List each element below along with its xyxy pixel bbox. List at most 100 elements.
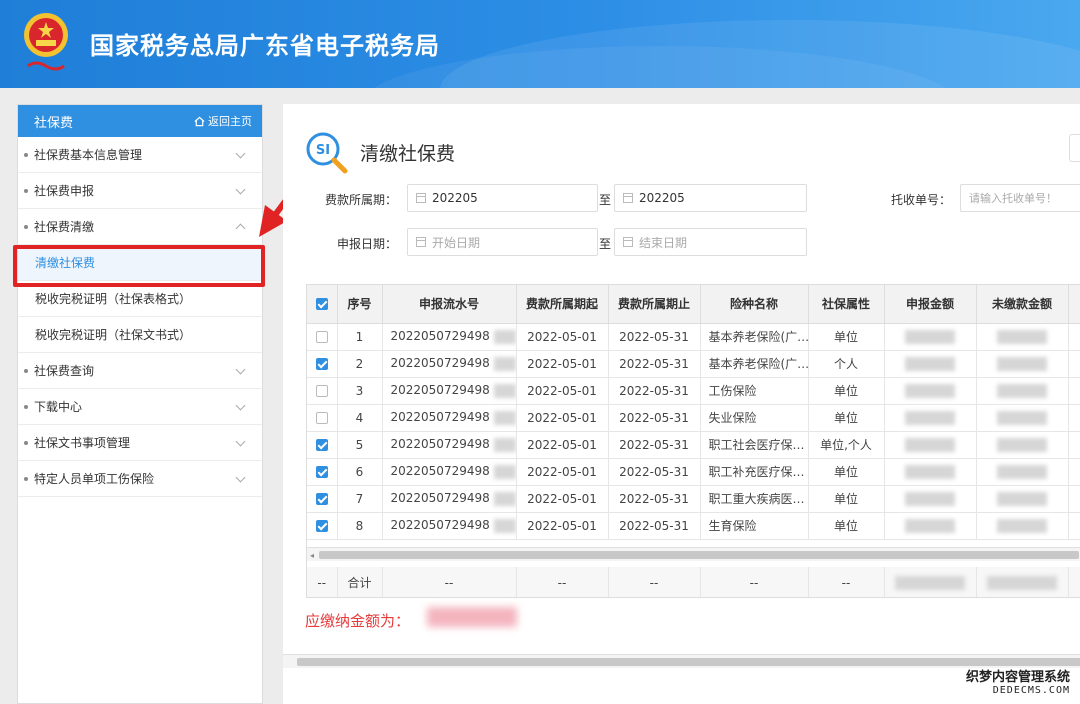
column-header: 费款所属期起 (516, 285, 609, 324)
bullet-icon (24, 368, 28, 373)
home-icon (194, 116, 205, 126)
row-period-start: 2022-05-01 (516, 323, 609, 351)
row-select-cell (307, 323, 338, 351)
home-link[interactable]: 返回主页 (194, 113, 252, 129)
page-horizontal-scrollbar[interactable] (283, 654, 1080, 668)
row-declared-amount (884, 458, 977, 486)
column-header: 申报流水号 (382, 285, 517, 324)
row-serial-number: 2022050729498 (382, 512, 517, 540)
tax-emblem-icon (24, 13, 68, 71)
scrollbar-thumb[interactable] (297, 658, 1080, 666)
sum-cell: -- (382, 567, 517, 597)
table-row[interactable]: 8 2022050729498 2022-05-01 2022-05-31 生育保险单… (307, 512, 1080, 540)
scroll-left-arrow-icon[interactable]: ◂ (310, 551, 314, 560)
bullet-icon (24, 188, 28, 193)
site-header: 国家税务总局广东省电子税务局 (0, 0, 1080, 88)
sidebar-subitem-label: 税收完税证明（社保表格式） (35, 292, 192, 306)
row-declared-amount (884, 404, 977, 432)
row-checkbox[interactable] (315, 439, 328, 451)
column-header: 未缴款金额 (976, 285, 1069, 324)
sidebar-item-download[interactable]: 下载中心 (18, 389, 262, 425)
row-serial-number: 2022050729498 (382, 377, 517, 405)
table-row[interactable]: 1 2022050729498 2022-05-01 2022-05-31 基本养老保… (307, 323, 1080, 351)
row-period-start: 2022-05-01 (516, 431, 609, 459)
toolbar-button[interactable] (1069, 134, 1080, 162)
table-row[interactable]: 6 2022050729498 2022-05-01 2022-05-31 职工补充医… (307, 458, 1080, 486)
sidebar-item-label: 社保文书事项管理 (34, 436, 131, 450)
row-period-start: 2022-05-01 (516, 485, 609, 513)
row-insurance-type: 基本养老保险(广… (700, 350, 809, 378)
sum-cell: -- (608, 567, 701, 597)
table-row[interactable]: 5 2022050729498 2022-05-01 2022-05-31 职工社会医… (307, 431, 1080, 459)
row-extra-cell (1068, 431, 1080, 459)
chevron-down-icon (235, 472, 246, 483)
sum-declared-amount (884, 567, 977, 597)
row-declared-amount (884, 350, 977, 378)
row-serial-number: 2022050729498 (382, 458, 517, 486)
declare-date-label: 申报日期： (337, 237, 398, 251)
sidebar-item-work-injury[interactable]: 特定人员单项工伤保险 (18, 461, 262, 497)
row-insurance-attribute: 单位,个人 (808, 431, 885, 459)
sidebar-item-label: 社保费查询 (34, 364, 95, 378)
range-separator: 至 (599, 193, 612, 207)
row-insurance-type: 基本养老保险(广… (700, 323, 809, 351)
row-number: 8 (337, 512, 383, 540)
row-number: 1 (337, 323, 383, 351)
row-select-cell (307, 404, 338, 432)
column-header: 序号 (337, 285, 383, 324)
social-insurance-search-icon: SI (306, 132, 348, 174)
period-from-input[interactable]: 202205 (407, 184, 598, 212)
row-checkbox[interactable] (315, 466, 328, 478)
sidebar-item-info[interactable]: 社保费基本信息管理 (18, 137, 262, 173)
row-checkbox[interactable] (315, 358, 328, 370)
page-title: 清缴社保费 (360, 143, 456, 165)
row-checkbox[interactable] (315, 331, 328, 343)
row-serial-number: 2022050729498 (382, 404, 517, 432)
sidebar-subitem-tax-cert-doc[interactable]: 税收完税证明（社保文书式） (18, 317, 262, 353)
trust-number-input[interactable]: 请输入托收单号！ (960, 184, 1080, 212)
row-number: 6 (337, 458, 383, 486)
row-unpaid-amount (976, 350, 1069, 378)
sidebar-item-query[interactable]: 社保费查询 (18, 353, 262, 389)
serial-number-redacted (493, 437, 515, 452)
table-row[interactable]: 4 2022050729498 2022-05-01 2022-05-31 失业保险单… (307, 404, 1080, 432)
scrollbar-thumb[interactable] (319, 551, 1079, 559)
watermark: 织梦内容管理系统 DEDECMS.COM (966, 666, 1070, 696)
row-serial-number: 2022050729498 (382, 350, 517, 378)
row-unpaid-amount (976, 323, 1069, 351)
serial-number-redacted (493, 518, 515, 533)
table-row[interactable]: 7 2022050729498 2022-05-01 2022-05-31 职工重大疾… (307, 485, 1080, 513)
row-checkbox[interactable] (315, 385, 328, 397)
row-declared-amount (884, 512, 977, 540)
row-checkbox[interactable] (315, 493, 328, 505)
table-row[interactable]: 2 2022050729498 2022-05-01 2022-05-31 基本养老保… (307, 350, 1080, 378)
table-horizontal-scrollbar[interactable]: ◂ (307, 547, 1080, 561)
sidebar-item-declare[interactable]: 社保费申报 (18, 173, 262, 209)
amount-due-value-redacted (427, 607, 517, 627)
row-period-end: 2022-05-31 (608, 431, 701, 459)
calendar-icon (416, 193, 426, 203)
row-unpaid-amount (976, 512, 1069, 540)
period-to-input[interactable]: 202205 (614, 184, 807, 212)
date-from-input[interactable]: 开始日期 (407, 228, 598, 256)
amount-due-label: 应缴纳金额为： (305, 612, 411, 630)
select-all-checkbox[interactable] (315, 298, 328, 311)
row-checkbox[interactable] (315, 412, 328, 424)
row-checkbox[interactable] (315, 520, 328, 532)
watermark-line2: DEDECMS.COM (992, 685, 1070, 696)
row-period-start: 2022-05-01 (516, 350, 609, 378)
sidebar-item-documents[interactable]: 社保文书事项管理 (18, 425, 262, 461)
bullet-icon (24, 476, 28, 481)
row-period-end: 2022-05-31 (608, 458, 701, 486)
site-title: 国家税务总局广东省电子税务局 (90, 32, 440, 60)
row-select-cell (307, 458, 338, 486)
date-to-input[interactable]: 结束日期 (614, 228, 807, 256)
sum-cell: -- (700, 567, 809, 597)
sum-cell: -- (516, 567, 609, 597)
row-declared-amount (884, 323, 977, 351)
date-to-placeholder: 结束日期 (639, 235, 688, 250)
row-insurance-attribute: 单位 (808, 485, 885, 513)
serial-number-text: 2022050729498 (390, 437, 490, 452)
table-row[interactable]: 3 2022050729498 2022-05-01 2022-05-31 工伤保险单… (307, 377, 1080, 405)
sidebar-item-payment[interactable]: 社保费清缴 (18, 209, 262, 245)
